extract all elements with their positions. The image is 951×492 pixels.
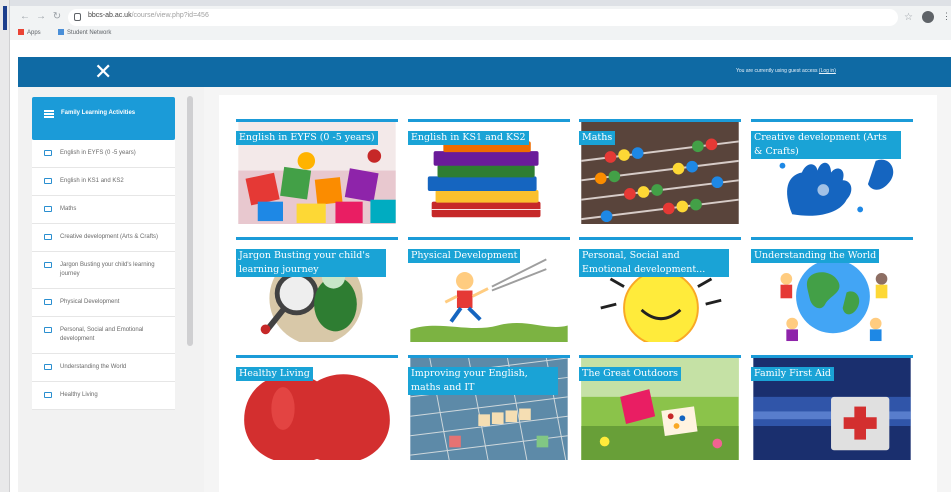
tile-english-ks1-ks2[interactable]: English in KS1 and KS2	[408, 119, 570, 224]
folder-icon	[44, 392, 52, 398]
site-header: ✕ You are currently using guest access (…	[18, 57, 951, 87]
drawer-active-label: Family Learning Activities	[61, 110, 136, 116]
folder-icon	[44, 327, 52, 333]
tile-family-first-aid[interactable]: Family First Aid	[751, 355, 913, 460]
folder-icon	[44, 178, 52, 184]
student-network-icon	[58, 29, 64, 35]
tile-improving-english-maths-it[interactable]: Improving your English, maths and IT	[408, 355, 570, 460]
forward-icon[interactable]: →	[34, 10, 48, 24]
tile-english-eyfs[interactable]: English in EYFS (0 -5 years)	[236, 119, 398, 224]
tile-title: Personal, Social and Emotional developme…	[579, 249, 729, 277]
tile-title: Improving your English, maths and IT	[408, 367, 558, 395]
tile-title: Physical Development	[408, 249, 521, 263]
tile-understanding-the-world[interactable]: Understanding the World	[751, 237, 913, 342]
folder-icon	[44, 299, 52, 305]
tile-personal-social-emotional[interactable]: Personal, Social and Emotional developme…	[579, 237, 741, 342]
drawer-item-creative-development[interactable]: Creative development (Arts & Crafts)	[32, 224, 175, 252]
drawer-scrollbar[interactable]	[187, 96, 193, 346]
drawer-item-personal-social-emotional[interactable]: Personal, Social and Emotional developme…	[32, 317, 175, 354]
tile-title: Healthy Living	[236, 367, 313, 381]
main-content: English in EYFS (0 -5 years) English in …	[204, 87, 951, 492]
window-edge	[0, 0, 10, 492]
folder-icon	[44, 150, 52, 156]
tile-title: Creative development (Arts & Crafts)	[751, 131, 901, 159]
folder-icon	[44, 364, 52, 370]
tile-healthy-living[interactable]: Healthy Living	[236, 355, 398, 460]
tile-title: English in EYFS (0 -5 years)	[236, 131, 378, 145]
course-icon	[44, 110, 54, 118]
login-link[interactable]: (Log in)	[819, 68, 836, 74]
folder-icon	[44, 234, 52, 240]
drawer-section-list: English in EYFS (0 -5 years) English in …	[32, 140, 175, 410]
bookmark-star-icon[interactable]: ☆	[904, 12, 913, 23]
address-bar[interactable]: bbcs-ab.ac.uk/course/view.php?id=456	[68, 9, 898, 26]
bookmarks-bar: Apps Student Network	[10, 27, 951, 39]
tile-creative-development[interactable]: Creative development (Arts & Crafts)	[751, 119, 913, 224]
tile-jargon-busting[interactable]: Jargon Busting your child's learning jou…	[236, 237, 398, 342]
course-drawer: Family Learning Activities English in EY…	[18, 87, 204, 492]
page: ← → ↻ bbcs-ab.ac.uk/course/view.php?id=4…	[0, 0, 951, 492]
back-icon[interactable]: ←	[18, 10, 32, 24]
tile-great-outdoors[interactable]: The Great Outdoors	[579, 355, 741, 460]
tile-maths[interactable]: Maths	[579, 119, 741, 224]
folder-icon	[44, 206, 52, 212]
drawer-item-healthy-living[interactable]: Healthy Living	[32, 382, 175, 410]
course-tiles-panel: English in EYFS (0 -5 years) English in …	[219, 95, 937, 492]
bookmark-student-network[interactable]: Student Network	[58, 29, 111, 36]
close-icon[interactable]: ✕	[94, 59, 112, 85]
apps-icon	[18, 29, 24, 35]
drawer-item-maths[interactable]: Maths	[32, 196, 175, 224]
drawer-item-jargon-busting[interactable]: Jargon Busting your child's learning jou…	[32, 252, 175, 289]
tile-physical-development[interactable]: Physical Development	[408, 237, 570, 342]
tile-title: Maths	[579, 131, 616, 145]
drawer-item-english-eyfs[interactable]: English in EYFS (0 -5 years)	[32, 140, 175, 168]
drawer-item-understanding-the-world[interactable]: Understanding the World	[32, 354, 175, 382]
lock-icon	[74, 13, 81, 21]
menu-dots-icon[interactable]: ⋮	[942, 11, 951, 22]
reload-icon[interactable]: ↻	[50, 10, 64, 24]
tile-title: The Great Outdoors	[579, 367, 682, 381]
tile-title: English in KS1 and KS2	[408, 131, 529, 145]
tile-title: Family First Aid	[751, 367, 834, 381]
address-row: ← → ↻ bbcs-ab.ac.uk/course/view.php?id=4…	[10, 8, 951, 28]
browser-chrome: ← → ↻ bbcs-ab.ac.uk/course/view.php?id=4…	[10, 0, 951, 40]
bookmark-apps[interactable]: Apps	[18, 29, 41, 36]
drawer-item-family-learning-activities[interactable]: Family Learning Activities	[32, 97, 175, 140]
tile-title: Jargon Busting your child's learning jou…	[236, 249, 386, 277]
drawer-item-physical-development[interactable]: Physical Development	[32, 289, 175, 317]
tab-strip	[10, 0, 951, 6]
guest-access-notice: You are currently using guest access (Lo…	[736, 68, 836, 74]
url-text: bbcs-ab.ac.uk/course/view.php?id=456	[88, 12, 209, 19]
tile-title: Understanding the World	[751, 249, 880, 263]
drawer-item-english-ks1-ks2[interactable]: English in KS1 and KS2	[32, 168, 175, 196]
folder-icon	[44, 262, 52, 268]
profile-icon[interactable]	[922, 11, 934, 23]
